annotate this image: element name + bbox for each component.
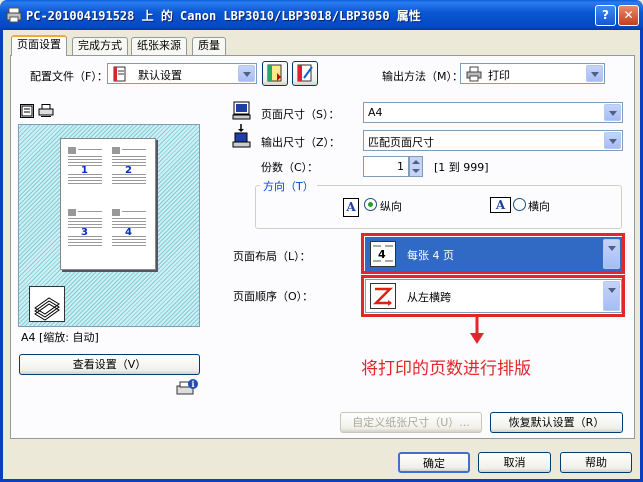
printer-icon <box>6 7 22 23</box>
chevron-down-icon[interactable] <box>238 65 255 82</box>
profile-icon <box>113 66 126 82</box>
preview-page: 4 <box>112 209 146 257</box>
printer-view-icon[interactable] <box>38 104 54 118</box>
view-settings-button[interactable]: 查看设置（V） <box>19 354 200 375</box>
profile-select[interactable]: 默认设置 <box>107 63 257 84</box>
chevron-down-icon[interactable] <box>604 104 621 121</box>
highlight-box <box>361 275 625 317</box>
output-method-select[interactable]: 打印 <box>460 63 605 84</box>
preview-page-number: 3 <box>81 227 88 238</box>
restore-defaults-button[interactable]: 恢复默认设置（R） <box>490 412 623 433</box>
page-order-label: 页面顺序（O）： <box>233 290 314 303</box>
close-button[interactable]: ✕ <box>618 5 639 26</box>
chevron-down-icon[interactable] <box>604 132 621 149</box>
landscape-radio[interactable] <box>513 198 526 211</box>
preview-page-number: 4 <box>125 227 132 238</box>
preview-paper: 1 2 3 4 <box>60 138 156 270</box>
output-size-label: 输出尺寸（Z）： <box>261 136 341 149</box>
profile-label: 配置文件（F）： <box>30 70 108 83</box>
edit-profile-button[interactable] <box>292 61 318 86</box>
add-profile-button[interactable] <box>262 61 288 86</box>
help-titlebar-button[interactable]: ? <box>595 5 616 26</box>
layout-preview: 1 2 3 4 <box>18 124 200 327</box>
output-method-label: 输出方法（M）： <box>382 70 463 83</box>
preview-page-number: 1 <box>81 165 88 176</box>
preview-page: 3 <box>68 209 102 257</box>
printer-info-icon[interactable]: i <box>175 378 199 398</box>
edit-profile-icon <box>297 64 313 82</box>
chevron-down-icon[interactable] <box>586 65 603 82</box>
copies-input[interactable]: 1 <box>363 156 409 177</box>
help-button[interactable]: 帮助 <box>560 452 632 473</box>
portrait-icon: A <box>343 198 359 217</box>
tab-paper-source[interactable]: 纸张来源 <box>131 37 187 55</box>
tab-page-setup[interactable]: 页面设置 <box>11 35 67 56</box>
page-size-icon <box>232 101 251 120</box>
add-profile-icon <box>267 64 282 82</box>
copies-range: [1 到 999] <box>434 161 489 174</box>
output-size-select[interactable]: 匹配页面尺寸 <box>363 130 623 151</box>
spin-up-icon[interactable] <box>412 160 420 164</box>
page-layout-label: 页面布局（L）： <box>233 250 311 263</box>
ok-button[interactable]: 确定 <box>398 452 470 473</box>
portrait-radio[interactable] <box>364 198 377 211</box>
landscape-label[interactable]: 横向 <box>528 198 550 214</box>
page-size-select[interactable]: A4 <box>363 102 623 123</box>
preview-page: 2 <box>112 147 146 195</box>
cancel-button[interactable]: 取消 <box>478 452 551 473</box>
spin-down-icon[interactable] <box>412 169 420 173</box>
landscape-icon: A <box>490 197 511 213</box>
preview-page-number: 2 <box>125 165 132 176</box>
arrow-down-icon <box>470 317 484 344</box>
tab-finishing[interactable]: 完成方式 <box>72 37 128 55</box>
tab-quality[interactable]: 质量 <box>192 37 226 55</box>
output-size-icon <box>232 124 251 148</box>
paper-stack-icon <box>29 286 65 322</box>
annotation-text: 将打印的页数进行排版 <box>361 359 531 379</box>
page-view-icon[interactable] <box>20 104 34 118</box>
copies-label: 份数（C）： <box>261 161 319 174</box>
page-size-label: 页面尺寸（S）： <box>261 108 340 121</box>
orientation-title: 方向（T） <box>260 178 317 194</box>
preview-page: 1 <box>68 147 102 195</box>
svg-text:i: i <box>192 379 195 389</box>
copies-spinner[interactable] <box>409 156 423 177</box>
window-title: PC-201004191528 上 的 Canon LBP3010/LBP301… <box>26 9 421 23</box>
preview-status: A4 [缩放: 自动] <box>21 331 99 344</box>
title-bar: PC-201004191528 上 的 Canon LBP3010/LBP301… <box>0 0 643 30</box>
highlight-box <box>361 233 625 274</box>
portrait-label[interactable]: 纵向 <box>380 198 402 214</box>
custom-paper-size-button[interactable]: 自定义纸张尺寸（U）... <box>340 412 482 433</box>
printer-icon <box>466 66 482 82</box>
